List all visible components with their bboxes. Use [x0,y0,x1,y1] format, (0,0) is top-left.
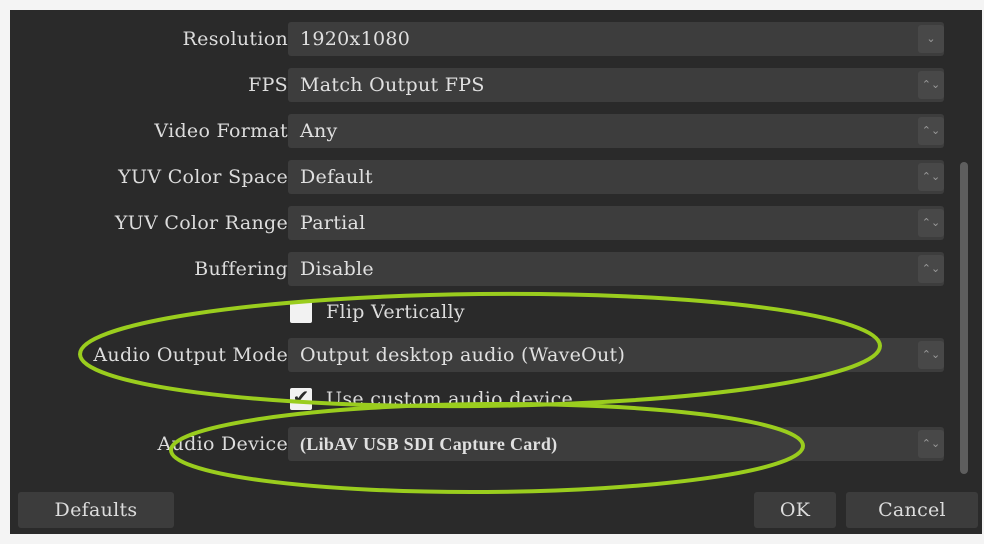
up-down-arrow-icon: ⌃⌄ [921,262,941,275]
yuv-color-range-value: Partial [300,212,366,234]
yuv-color-range-combobox[interactable]: Partial ⌃⌄ [288,206,944,240]
audio-output-mode-dropdown-button[interactable]: ⌃⌄ [918,341,944,369]
up-down-arrow-icon: ⌃⌄ [921,124,941,137]
yuv-color-space-label: YUV Color Space [118,166,288,188]
chevron-down-icon: ⌄ [926,32,936,45]
video-format-dropdown-button[interactable]: ⌃⌄ [918,117,944,145]
buffering-dropdown-button[interactable]: ⌃⌄ [918,255,944,283]
audio-device-row: Audio Device (LibAV USB SDI Capture Card… [10,427,956,461]
yuv-color-space-row: YUV Color Space Default ⌃⌄ [10,160,956,194]
fps-dropdown-button[interactable]: ⌃⌄ [918,71,944,99]
defaults-button[interactable]: Defaults [18,492,174,528]
resolution-label: Resolution [182,28,288,50]
audio-device-combobox[interactable]: (LibAV USB SDI Capture Card) ⌃⌄ [288,427,944,461]
video-format-label: Video Format [154,120,288,142]
check-icon: ✔ [292,385,310,409]
yuv-color-range-dropdown-button[interactable]: ⌃⌄ [918,209,944,237]
properties-dialog: Resolution 1920x1080 ⌄ FPS Match Output … [10,10,982,534]
audio-output-mode-label: Audio Output Mode [93,344,288,366]
audio-device-value: (LibAV USB SDI Capture Card) [300,434,558,454]
audio-output-mode-combobox[interactable]: Output desktop audio (WaveOut) ⌃⌄ [288,338,944,372]
up-down-arrow-icon: ⌃⌄ [921,216,941,229]
fps-value: Match Output FPS [300,74,485,96]
use-custom-audio-device-label[interactable]: Use custom audio device [326,384,573,414]
use-custom-audio-device-checkbox-row[interactable]: ✔ Use custom audio device [288,384,788,414]
resolution-row: Resolution 1920x1080 ⌄ [10,22,956,56]
video-format-row: Video Format Any ⌃⌄ [10,114,956,148]
vertical-scrollbar[interactable] [956,10,972,486]
up-down-arrow-icon: ⌃⌄ [921,437,941,450]
up-down-arrow-icon: ⌃⌄ [921,78,941,91]
flip-vertically-checkbox-row[interactable]: Flip Vertically [288,297,788,327]
audio-device-dropdown-button[interactable]: ⌃⌄ [918,430,944,458]
yuv-color-space-dropdown-button[interactable]: ⌃⌄ [918,163,944,191]
resolution-dropdown-button[interactable]: ⌄ [918,25,944,53]
audio-output-mode-value: Output desktop audio (WaveOut) [300,344,626,366]
ok-button[interactable]: OK [754,492,836,528]
resolution-combobox[interactable]: 1920x1080 ⌄ [288,22,944,56]
scrollbar-handle[interactable] [960,162,968,474]
buffering-combobox[interactable]: Disable ⌃⌄ [288,252,944,286]
fps-row: FPS Match Output FPS ⌃⌄ [10,68,956,102]
video-format-combobox[interactable]: Any ⌃⌄ [288,114,944,148]
cancel-button[interactable]: Cancel [846,492,978,528]
flip-vertically-label[interactable]: Flip Vertically [326,297,465,327]
buffering-label: Buffering [194,258,288,280]
resolution-value: 1920x1080 [300,28,411,50]
audio-device-label: Audio Device [157,433,288,455]
fps-combobox[interactable]: Match Output FPS ⌃⌄ [288,68,944,102]
audio-output-mode-row: Audio Output Mode Output desktop audio (… [10,338,956,372]
use-custom-audio-device-checkbox[interactable]: ✔ [290,385,312,410]
up-down-arrow-icon: ⌃⌄ [921,170,941,183]
yuv-color-space-combobox[interactable]: Default ⌃⌄ [288,160,944,194]
yuv-color-range-label: YUV Color Range [114,212,288,234]
buffering-row: Buffering Disable ⌃⌄ [10,252,956,286]
video-format-value: Any [300,120,338,142]
up-down-arrow-icon: ⌃⌄ [921,348,941,361]
yuv-color-space-value: Default [300,166,373,188]
buffering-value: Disable [300,258,374,280]
fps-label: FPS [248,74,288,96]
flip-vertically-checkbox[interactable] [290,301,312,323]
yuv-color-range-row: YUV Color Range Partial ⌃⌄ [10,206,956,240]
